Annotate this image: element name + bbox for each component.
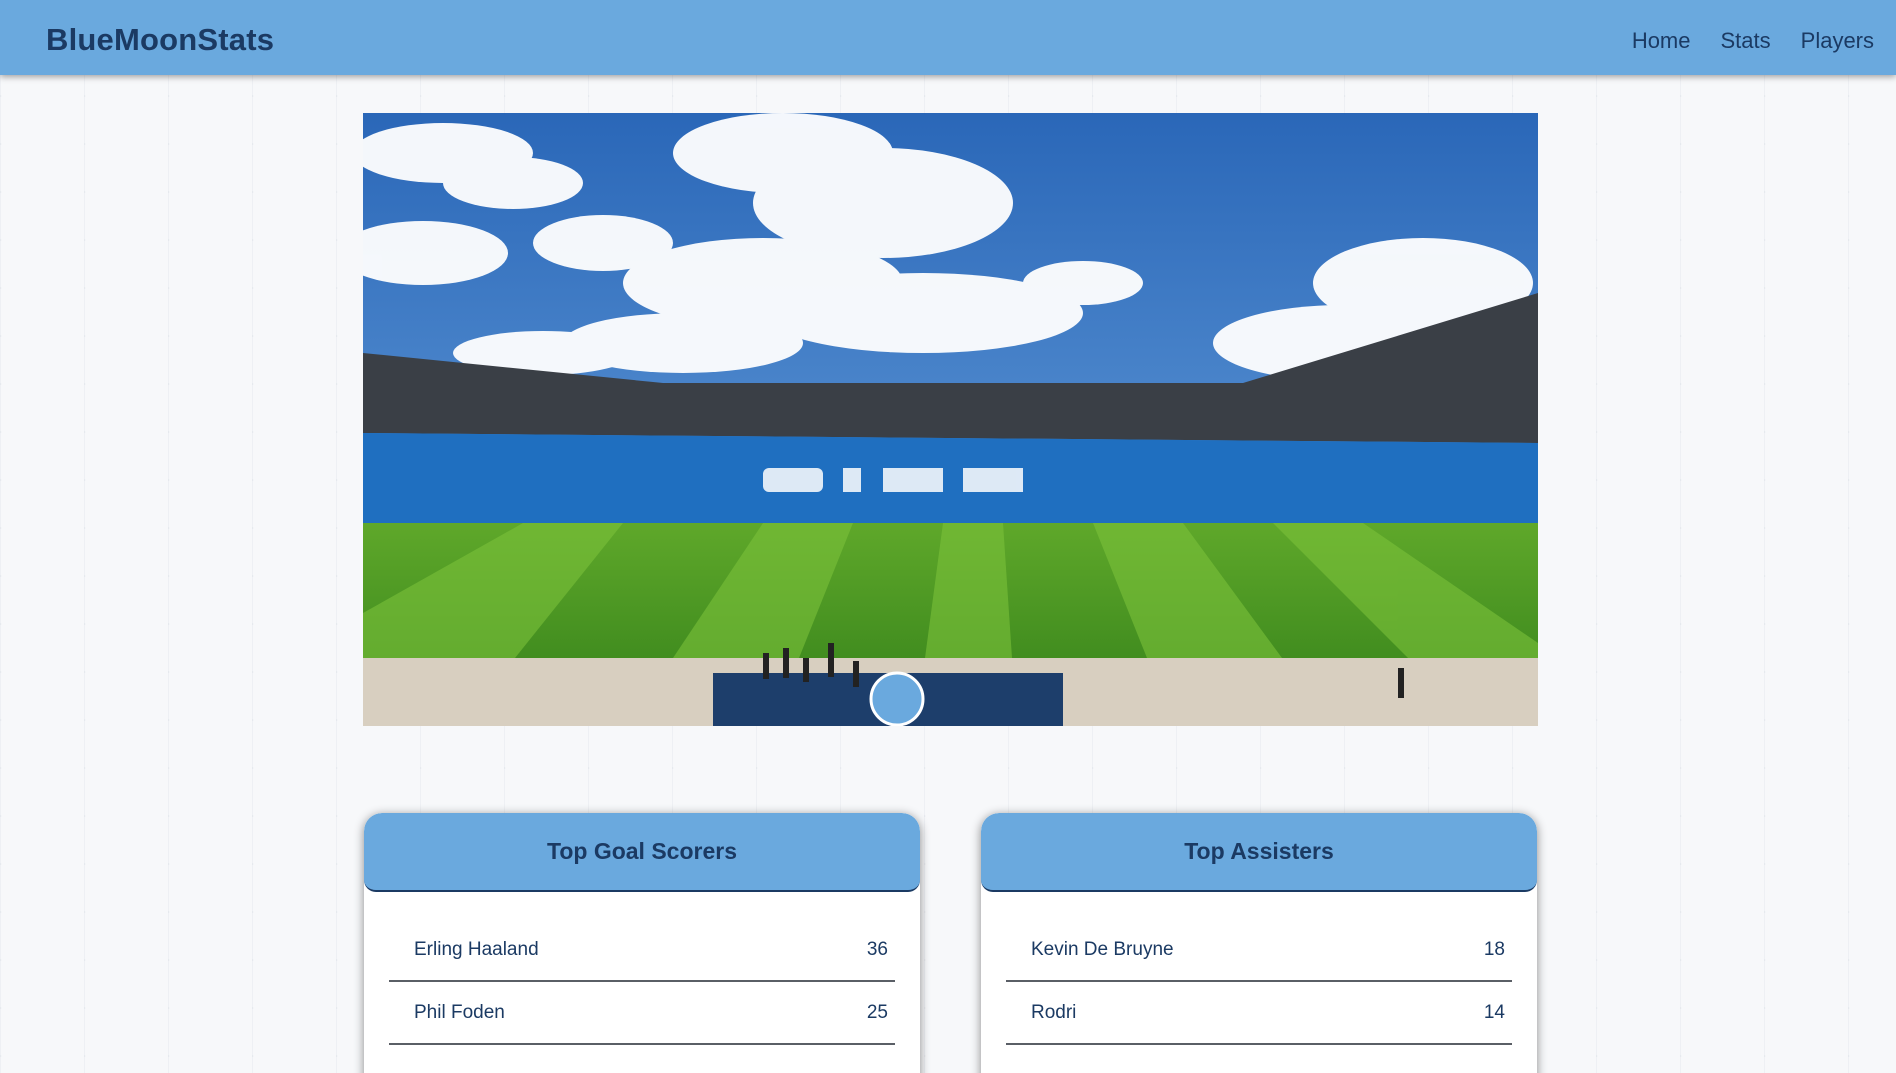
- nav-links: Home Stats Players: [1632, 28, 1874, 54]
- top-scorers-list: Erling Haaland 36 Phil Foden 25: [364, 892, 920, 1045]
- player-name: Phil Foden: [414, 1001, 505, 1023]
- player-name: Erling Haaland: [414, 938, 539, 960]
- nav-link-players[interactable]: Players: [1801, 28, 1874, 54]
- club-crest: [869, 671, 925, 726]
- top-assisters-list: Kevin De Bruyne 18 Rodri 14: [981, 892, 1537, 1045]
- list-item: Kevin De Bruyne 18: [1006, 919, 1512, 982]
- site-brand[interactable]: BlueMoonStats: [46, 22, 274, 58]
- navbar: BlueMoonStats Home Stats Players: [0, 0, 1896, 75]
- stand-lettering: [763, 468, 1023, 492]
- top-scorers-title: Top Goal Scorers: [546, 838, 737, 864]
- assist-count: 18: [1483, 938, 1505, 960]
- list-item: Erling Haaland 36: [389, 919, 895, 982]
- player-name: Kevin De Bruyne: [1031, 938, 1174, 960]
- top-assisters-title: Top Assisters: [1184, 838, 1334, 864]
- nav-link-stats[interactable]: Stats: [1721, 28, 1771, 54]
- stands: [363, 433, 1538, 533]
- assist-count: 14: [1483, 1001, 1505, 1023]
- stadium-illustration: [363, 113, 1538, 726]
- goal-count: 25: [866, 1001, 888, 1023]
- hero-stadium-image: [363, 113, 1538, 726]
- top-scorers-card: Top Goal Scorers Erling Haaland 36 Phil …: [364, 813, 920, 1073]
- top-assisters-header: Top Assisters: [981, 813, 1537, 892]
- top-assisters-card: Top Assisters Kevin De Bruyne 18 Rodri 1…: [981, 813, 1537, 1073]
- player-name: Rodri: [1031, 1001, 1077, 1023]
- goal-count: 36: [866, 938, 888, 960]
- nav-link-home[interactable]: Home: [1632, 28, 1691, 54]
- top-scorers-header: Top Goal Scorers: [364, 813, 920, 892]
- list-item: Phil Foden 25: [389, 982, 895, 1045]
- list-item: Rodri 14: [1006, 982, 1512, 1045]
